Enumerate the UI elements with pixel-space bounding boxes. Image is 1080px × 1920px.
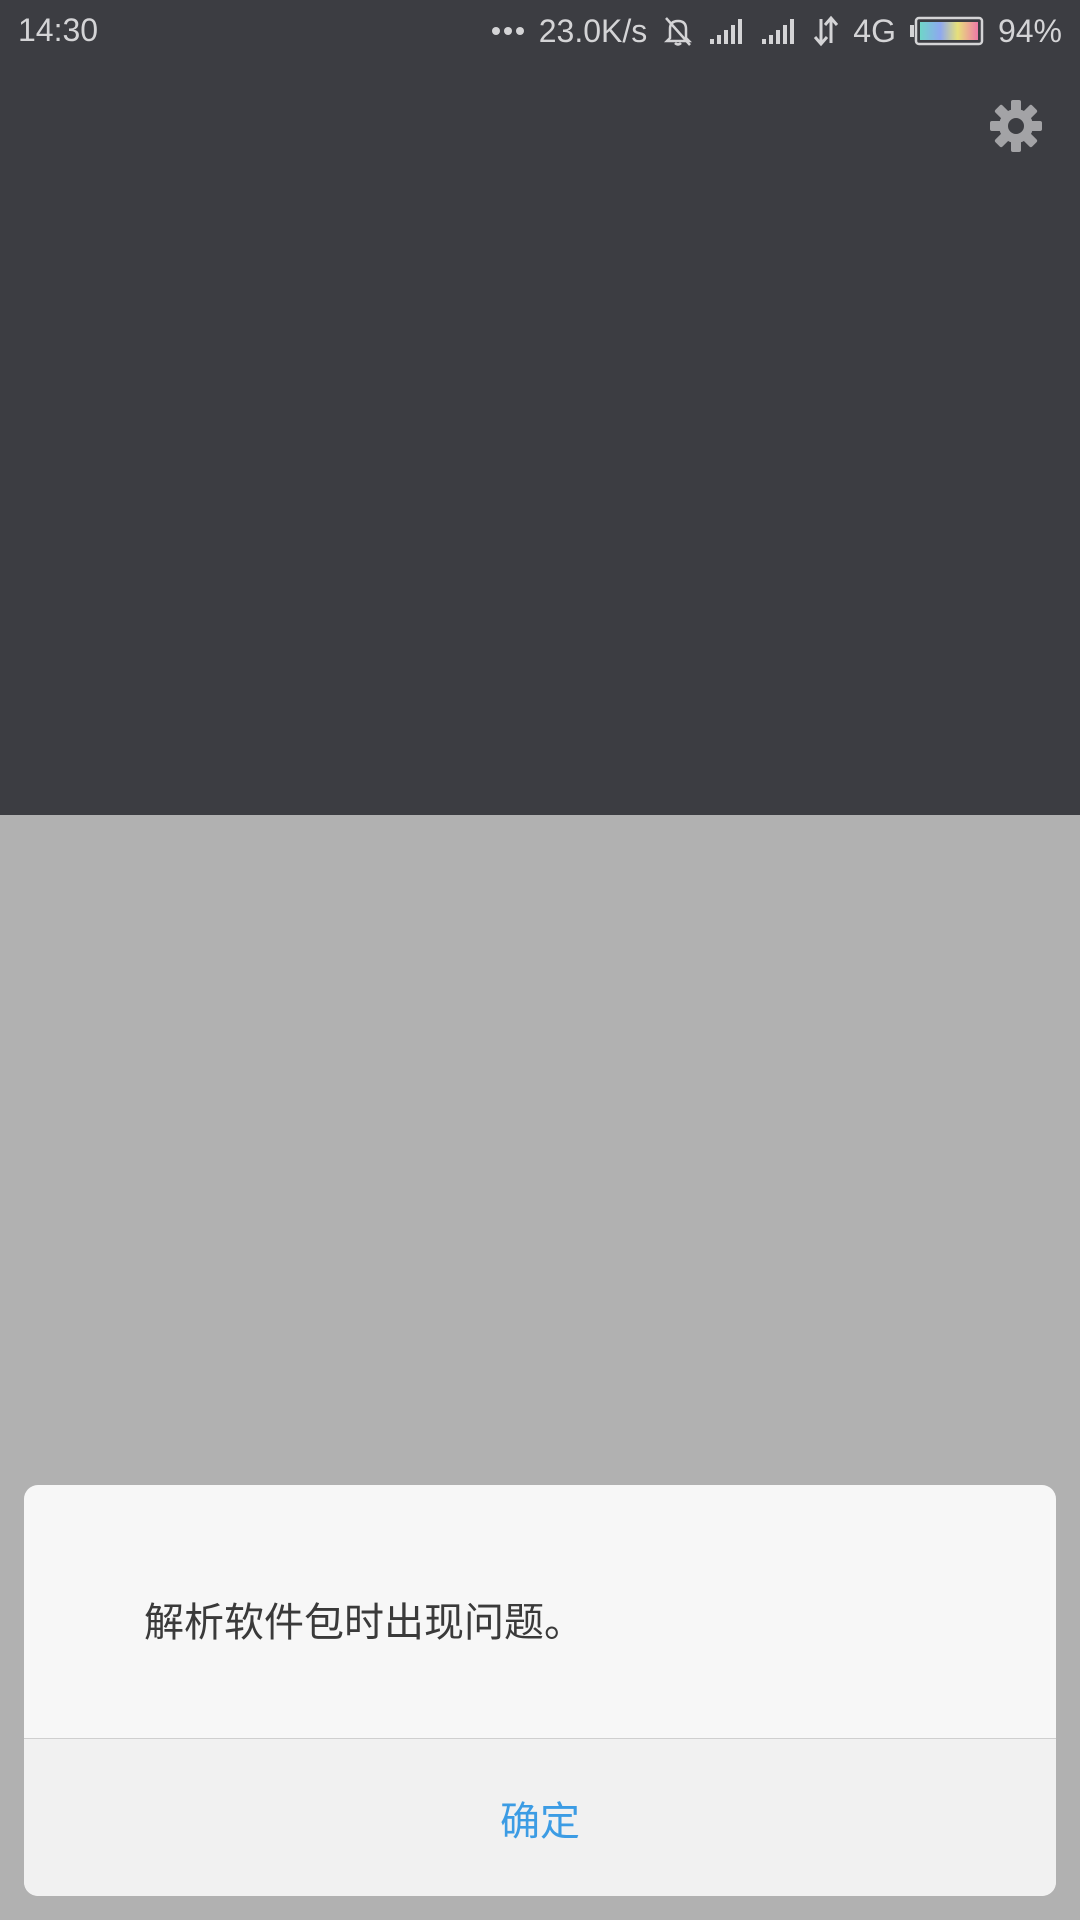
gear-icon[interactable] xyxy=(988,98,1044,154)
more-dots-icon xyxy=(491,27,524,35)
battery-icon xyxy=(909,16,984,46)
data-transfer-icon xyxy=(814,15,839,47)
net-speed: 23.0K/s xyxy=(538,12,648,49)
battery-level: 94% xyxy=(997,12,1062,49)
signal-bars-icon xyxy=(710,19,743,44)
status-bar: 14:30 23.0K/s 4G 94% xyxy=(0,0,1080,62)
network-type: 4G xyxy=(853,12,896,49)
app-background-dark xyxy=(0,0,1080,815)
dialog-message: 解析软件包时出现问题。 xyxy=(144,1600,584,1646)
status-time: 14:30 xyxy=(18,12,99,48)
ok-button[interactable]: 确定 xyxy=(24,1739,1056,1896)
bell-off-icon xyxy=(664,17,693,46)
status-icons: 23.0K/s 4G 94% xyxy=(491,10,1062,52)
error-dialog: 解析软件包时出现问题。 确定 xyxy=(24,1485,1056,1896)
ok-button-label: 确定 xyxy=(500,1798,580,1845)
signal-bars-icon-2 xyxy=(762,19,795,44)
